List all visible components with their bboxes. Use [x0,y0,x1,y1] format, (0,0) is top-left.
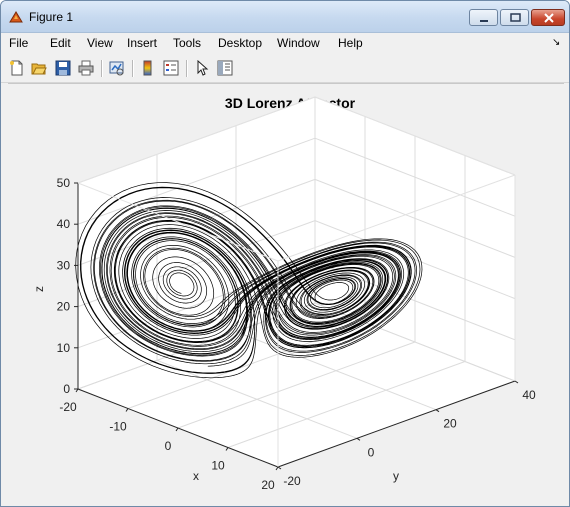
y-tick-label: 40 [522,388,536,402]
legend-icon [163,60,179,76]
menu-bar: File Edit View Insert Tools Desktop Wind… [1,33,569,53]
y-tick [514,380,519,384]
menu-insert[interactable]: Insert [127,36,157,50]
y-tick [277,466,282,470]
save-button[interactable] [53,58,73,78]
x-tick [175,427,179,432]
z-tick-label: 40 [57,217,71,231]
y-tick-label: -20 [283,474,301,488]
pointer-icon [197,60,209,76]
y-tick [435,409,440,413]
y-axis-label: y [393,469,399,483]
print-button[interactable] [76,58,96,78]
x-axis-label: x [193,469,199,483]
dock-arrow-icon[interactable]: ↘ [552,37,560,48]
print-icon [78,60,94,76]
figure-window: Figure 1 File Edit View Insert Tools Des… [0,0,570,507]
menu-tools[interactable]: Tools [173,36,201,50]
z-tick-label: 50 [57,176,71,190]
close-button[interactable] [531,9,565,26]
maximize-button[interactable] [500,9,529,26]
x-tick-label: 10 [211,459,225,473]
property-editor-icon [217,60,233,76]
y-tick [356,437,361,441]
x-tick [125,408,129,412]
figure-canvas: 3D Lorenz Attractor -20 -10 0 10 20 -20 0 20 40 0… [8,83,564,504]
matlab-icon [9,11,23,23]
z-tick-label: 10 [57,341,71,355]
figure-toolbar [1,55,569,83]
y-tick-label: 20 [443,417,457,431]
minimize-button[interactable] [469,9,498,26]
menu-help[interactable]: Help [338,36,363,50]
minimize-icon [480,20,488,22]
menu-window[interactable]: Window [277,36,320,50]
toolbar-separator [132,60,134,77]
pointer-button[interactable] [192,58,212,78]
plot-area[interactable]: 3D Lorenz Attractor -20-1001020 -20020400… [8,84,564,504]
x-tick [225,447,229,451]
legend-button[interactable] [161,58,181,78]
property-editor-button[interactable] [215,58,235,78]
z-tick-label: 20 [57,300,71,314]
colorbar-button[interactable] [138,58,158,78]
z-tick-label: 0 [63,382,70,396]
new-figure-icon [10,60,23,76]
close-icon [544,13,554,23]
menu-edit[interactable]: Edit [50,36,71,50]
toolbar-separator [101,60,103,77]
window-title: Figure 1 [29,10,74,24]
title-bar: Figure 1 [1,1,569,33]
x-tick-label: -10 [109,420,127,434]
z-axis-label: z [32,286,46,292]
open-file-button[interactable] [29,58,49,78]
maximize-icon [510,13,521,22]
menu-view[interactable]: View [87,36,113,50]
z-tick-label: 30 [57,258,71,272]
save-icon [55,60,71,76]
menu-file[interactable]: File [9,36,28,50]
x-tick-label: 20 [261,478,275,492]
x-tick [275,466,279,471]
menu-desktop[interactable]: Desktop [218,36,262,50]
new-figure-button[interactable] [7,58,27,78]
link-plot-icon [109,61,124,76]
x-tick-label: -20 [59,400,77,414]
x-tick-label: 0 [165,439,172,453]
link-plot-button[interactable] [107,58,127,78]
toolbar-separator [186,60,188,77]
colorbar-icon [143,60,152,76]
y-tick-label: 0 [368,445,375,459]
open-file-icon [31,63,47,75]
